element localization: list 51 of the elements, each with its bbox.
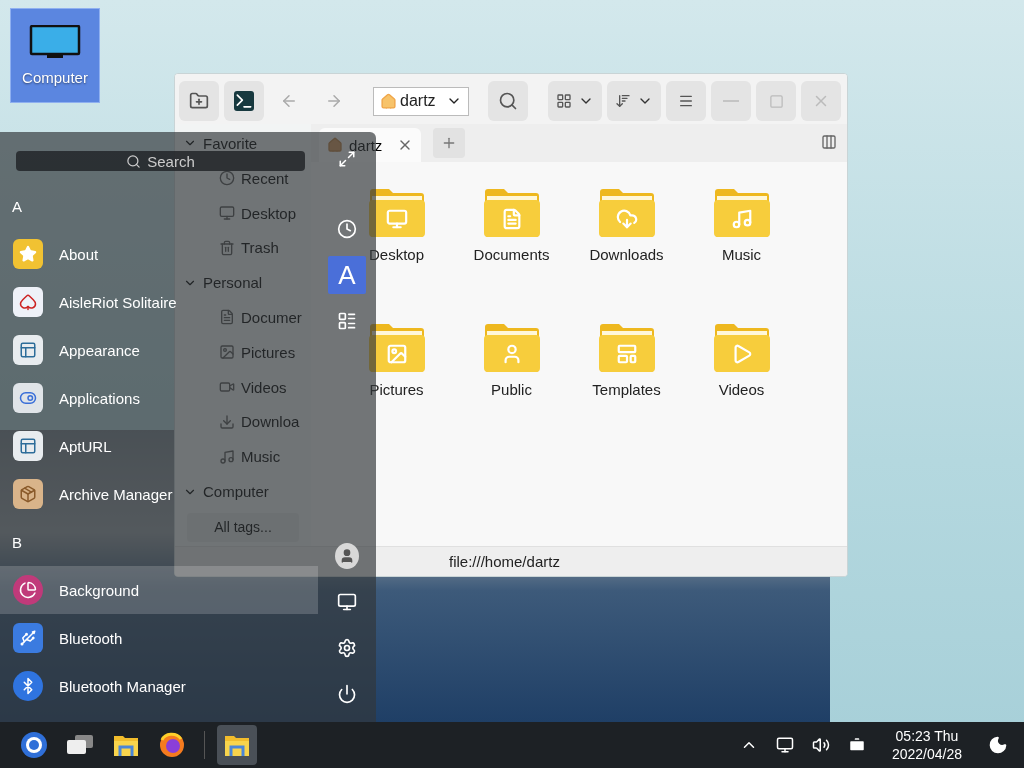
sidebar-section-label: Personal [203, 274, 263, 292]
sidebar-section-label: Favorite [203, 134, 258, 152]
folder-label[interactable]: Videos [718, 381, 765, 398]
desktop-icon-label: Computer [22, 69, 88, 86]
sidebar-item-label: Pictures [241, 343, 296, 361]
sidebar-item-label: Recent [241, 169, 289, 187]
app-item[interactable]: Appearance [0, 326, 150, 374]
app-name: Archive Manager [59, 485, 173, 503]
sidebar-item-label: Music [241, 448, 281, 466]
sidebar-item[interactable]: Videos [175, 369, 311, 405]
app-name: AisleRiot Solitaire [59, 293, 177, 311]
alphabet-view-button[interactable]: A [328, 256, 366, 294]
letter-heading: B [11, 532, 23, 553]
app-name: Bluetooth Manager [59, 677, 186, 695]
app-item[interactable]: Bluetooth [0, 614, 133, 662]
app-name: About [59, 245, 99, 263]
folder-label[interactable]: Templates [592, 381, 661, 398]
time-text: 05:23 Thu [895, 727, 959, 745]
app-name: AptURL [59, 437, 112, 455]
sidebar-item[interactable]: Downloa [175, 404, 311, 440]
app-item[interactable]: AptURL [0, 422, 122, 470]
folder-label[interactable]: Public [491, 381, 532, 398]
app-name: Background [59, 581, 140, 599]
location-dropdown[interactable]: dartz [373, 86, 469, 116]
sidebar-item-label: Desktop [241, 204, 297, 222]
app-item[interactable]: Background [0, 566, 318, 614]
search-placeholder: Search [147, 152, 195, 170]
sidebar-item[interactable]: Pictures [175, 334, 311, 370]
app-name: Bluetooth [59, 629, 123, 647]
sidebar-section-label: Computer [203, 483, 269, 501]
folder-label[interactable]: Music [721, 246, 762, 263]
folder-label[interactable]: Downloads [589, 246, 664, 263]
desktop-icon[interactable]: Computer [10, 8, 100, 103]
sidebar-item[interactable]: Trash [175, 230, 311, 266]
sidebar-item-label: Trash [241, 239, 279, 257]
folder-label[interactable]: Documents [473, 246, 550, 263]
search-field[interactable]: Search [16, 151, 305, 171]
app-item[interactable]: About [0, 230, 109, 278]
status-path: file:///home/dartz [175, 546, 847, 576]
all-tags-button[interactable]: All tags... [187, 512, 299, 542]
sidebar-item-label: Downloa [241, 413, 300, 431]
sidebar-item-label: Documer [241, 308, 302, 326]
sidebar-item[interactable]: Desktop [175, 195, 311, 231]
letter-heading: A [11, 196, 23, 217]
clock[interactable]: 05:23 Thu 2022/04/28 [891, 727, 962, 763]
app-item[interactable]: Bluetooth Manager [0, 662, 196, 710]
date-text: 2022/04/28 [891, 745, 962, 763]
app-item[interactable]: Applications [0, 374, 150, 422]
sidebar-item-label: Videos [241, 378, 287, 396]
app-name: Applications [59, 389, 140, 407]
app-name: Appearance [59, 341, 140, 359]
